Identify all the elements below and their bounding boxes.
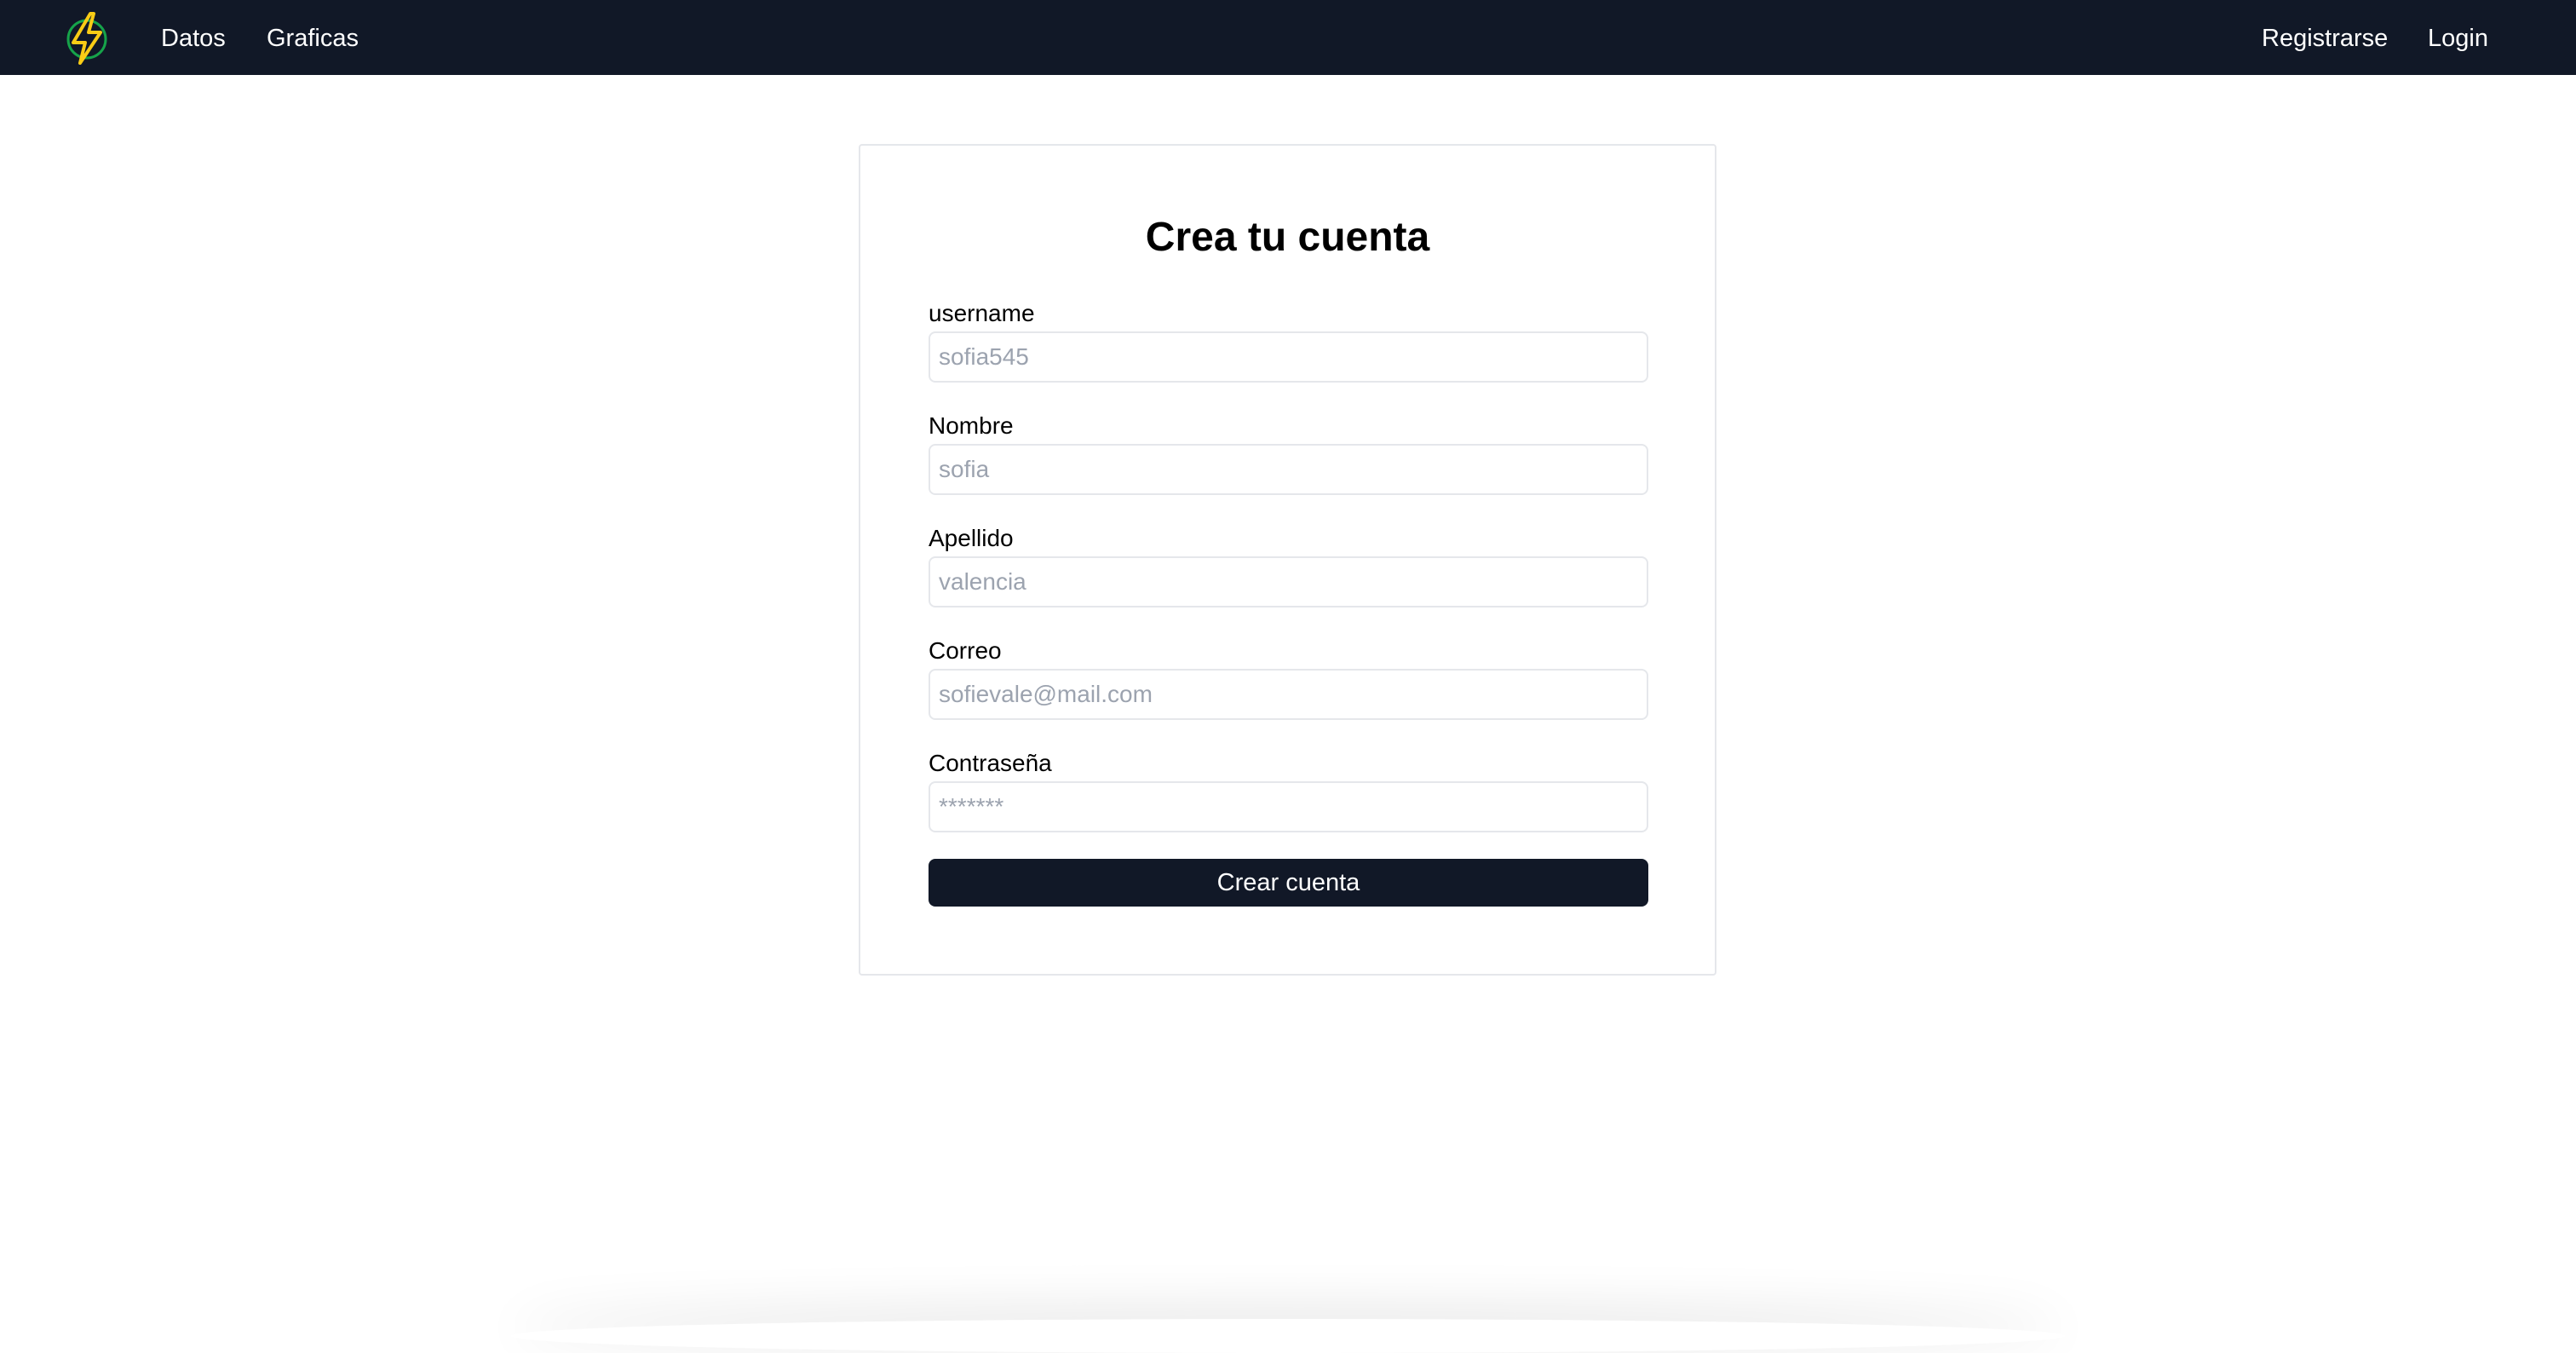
nav-link-login[interactable]: Login (2428, 0, 2488, 75)
username-label: username (929, 300, 1035, 327)
signup-card: Crea tu cuenta username Nombre Apellido … (859, 144, 1716, 976)
nav-link-datos[interactable]: Datos (161, 0, 226, 75)
nav-link-registrarse[interactable]: Registrarse (2262, 0, 2388, 75)
apellido-field[interactable] (929, 556, 1648, 607)
lightning-bolt-icon[interactable] (63, 10, 111, 65)
nav-link-graficas[interactable]: Graficas (267, 0, 359, 75)
top-navbar: Datos Graficas Registrarse Login (0, 0, 2576, 75)
page-title: Crea tu cuenta (860, 214, 1715, 261)
password-field[interactable] (929, 781, 1648, 832)
correo-label: Correo (929, 637, 1002, 665)
create-account-button[interactable]: Crear cuenta (929, 859, 1648, 907)
contrasena-label: Contraseña (929, 750, 1052, 777)
apellido-label: Apellido (929, 525, 1014, 552)
username-field[interactable] (929, 331, 1648, 383)
email-field[interactable] (929, 669, 1648, 720)
nombre-label: Nombre (929, 412, 1014, 440)
page-bottom-shadow (511, 1319, 2065, 1353)
nombre-field[interactable] (929, 444, 1648, 495)
